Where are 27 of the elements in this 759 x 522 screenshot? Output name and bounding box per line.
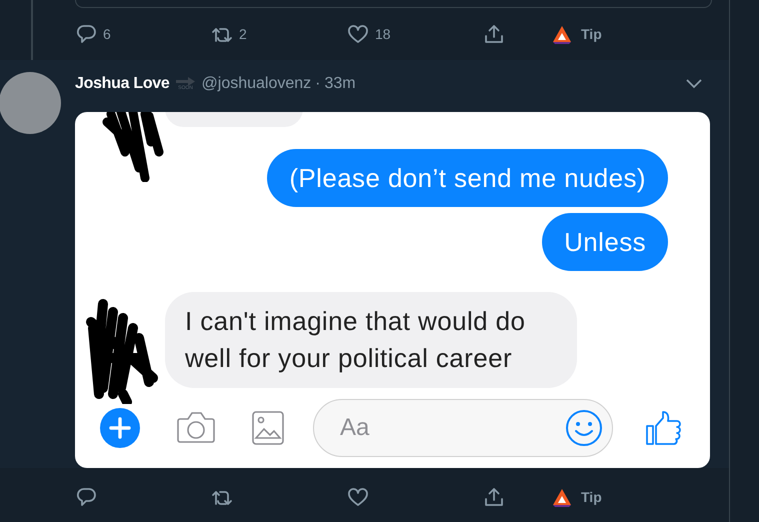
- reply-icon[interactable]: [75, 23, 97, 45]
- message-input[interactable]: Aa: [338, 413, 542, 443]
- tweet-time[interactable]: 33m: [324, 75, 356, 93]
- message-bubble: Unless: [542, 213, 668, 271]
- like-count: 18: [375, 26, 391, 42]
- camera-icon[interactable]: [176, 411, 216, 445]
- reply-count: 6: [103, 26, 111, 42]
- caret-icon[interactable]: [686, 79, 702, 89]
- author-handle[interactable]: @joshualovenz: [202, 75, 312, 93]
- retweet-count: 2: [239, 26, 247, 42]
- message-field[interactable]: Aa: [313, 399, 613, 457]
- separator: ·: [315, 75, 320, 93]
- share-icon[interactable]: [483, 23, 505, 45]
- heart-icon[interactable]: [347, 23, 369, 45]
- reply-icon[interactable]: [75, 486, 97, 508]
- thread-line: [31, 0, 33, 60]
- tip-link[interactable]: Tip: [581, 489, 602, 505]
- message-bubble: (Please don’t send me nudes): [267, 149, 668, 207]
- image-icon[interactable]: [252, 411, 284, 445]
- message-bubble: I can't imagine that would do well for your political career: [165, 292, 577, 388]
- share-icon[interactable]: [483, 486, 505, 508]
- plus-button[interactable]: [100, 408, 140, 448]
- heart-icon[interactable]: [347, 486, 369, 508]
- smiley-icon[interactable]: [565, 409, 603, 447]
- tip-link[interactable]: Tip: [581, 26, 602, 42]
- author-name[interactable]: Joshua Love: [75, 75, 170, 93]
- thumbs-up-icon[interactable]: [645, 410, 681, 446]
